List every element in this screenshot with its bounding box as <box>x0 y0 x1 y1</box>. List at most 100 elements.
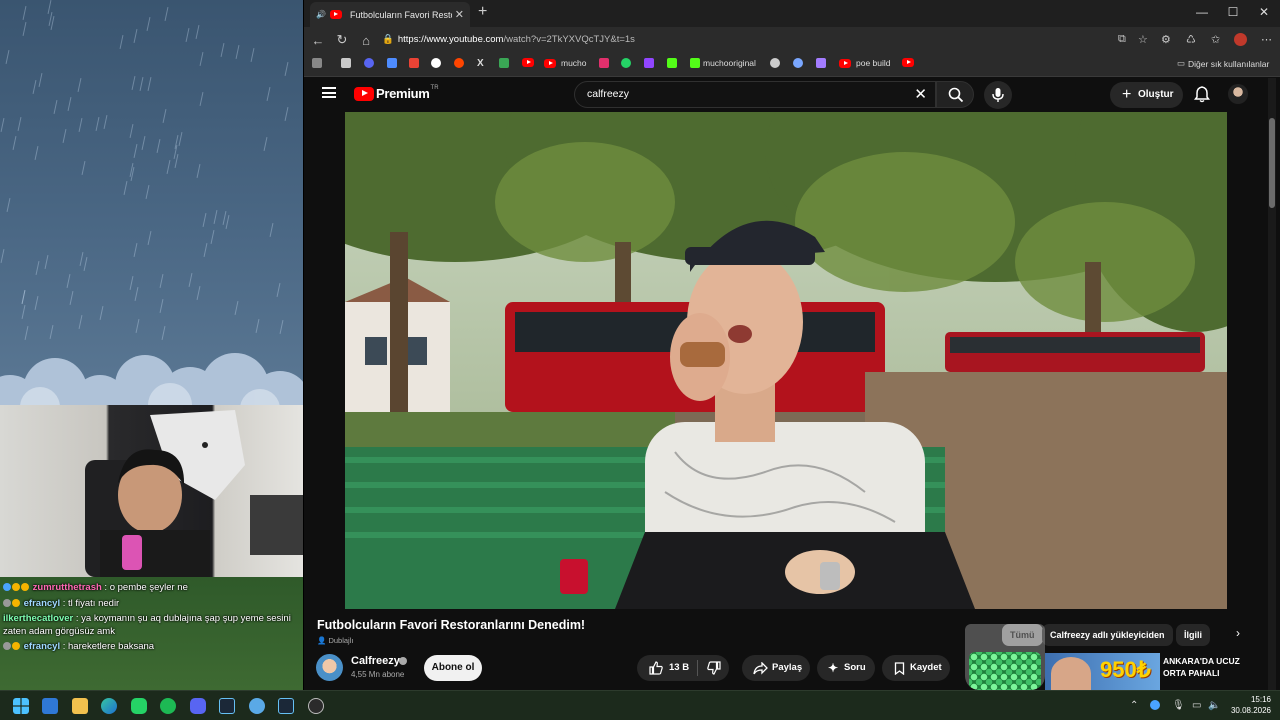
profile-avatar-icon[interactable] <box>1234 33 1247 46</box>
chat-username: ilkerthecatlover <box>3 613 74 624</box>
badge-icon <box>3 598 11 607</box>
channel-name[interactable]: Calfreezy <box>351 655 400 667</box>
windows-start-icon[interactable] <box>13 698 29 714</box>
twitch-icon[interactable] <box>644 58 657 68</box>
refresh-icon[interactable]: ↻ <box>330 32 354 48</box>
rain-streak <box>12 136 17 150</box>
steam-icon[interactable] <box>278 698 294 714</box>
x-icon[interactable]: X <box>477 58 484 69</box>
recommended-video-title[interactable]: ANKARA'DA UCUZ ORTA PAHALI <box>1163 655 1240 679</box>
clear-search-icon[interactable]: ✕ <box>914 85 927 103</box>
rain-streak <box>146 17 151 31</box>
rain-streak <box>162 109 167 123</box>
rain-streak <box>235 45 240 59</box>
search-button[interactable] <box>936 81 974 108</box>
rain-streak <box>44 255 49 269</box>
back-icon[interactable]: ← <box>306 33 330 48</box>
store-icon[interactable] <box>42 698 58 714</box>
google-icon[interactable] <box>431 58 444 68</box>
verified-icon <box>399 657 407 665</box>
account-avatar[interactable] <box>1228 84 1248 104</box>
chevron-right-icon[interactable]: › <box>1236 626 1240 640</box>
scrollbar-thumb[interactable] <box>1269 118 1275 208</box>
bookmark-icon[interactable] <box>364 58 377 68</box>
rain-streak <box>199 52 204 66</box>
more-menu-icon[interactable]: ⋯ <box>1261 33 1272 46</box>
recommended-video-thumbnail[interactable]: 950₺ <box>1045 653 1160 690</box>
other-bookmarks[interactable]: ▭ Diğer sık kullanılanlar <box>1177 58 1269 69</box>
ask-button[interactable]: ✦ Soru <box>817 655 875 681</box>
bookmark-poe-build[interactable]: poe build <box>839 58 891 68</box>
chevron-up-icon[interactable]: ⌃ <box>1130 700 1138 711</box>
steam-icon[interactable] <box>219 698 235 714</box>
bookmark-icon[interactable] <box>312 58 325 68</box>
new-tab-icon[interactable]: + <box>478 3 487 21</box>
bookmark-icon[interactable] <box>387 58 400 68</box>
subscribe-button[interactable]: Abone ol <box>424 655 482 681</box>
voice-search-button[interactable] <box>984 81 1012 109</box>
spotify-icon[interactable] <box>160 698 176 714</box>
obs-icon[interactable] <box>308 698 324 714</box>
dislike-icon[interactable] <box>707 661 721 675</box>
create-button[interactable]: + Oluştur <box>1110 82 1183 108</box>
reddit-icon[interactable] <box>454 58 467 68</box>
file-explorer-icon[interactable] <box>72 698 88 714</box>
rain-streak <box>195 25 200 39</box>
bookmark-icon[interactable] <box>667 58 680 68</box>
whatsapp-icon[interactable] <box>621 58 634 68</box>
app-icon[interactable] <box>249 698 265 714</box>
bookmark-icon[interactable] <box>770 58 783 68</box>
hamburger-menu-icon[interactable] <box>322 87 336 98</box>
whatsapp-icon[interactable] <box>131 698 147 714</box>
like-count[interactable]: 13 B <box>669 655 689 681</box>
network-icon[interactable]: ▭ <box>1192 700 1201 711</box>
rain-streak <box>156 139 161 153</box>
page-scrollbar[interactable] <box>1268 78 1276 690</box>
minimize-icon[interactable]: — <box>1187 5 1217 19</box>
bookmark-muchooriginal[interactable]: muchooriginal <box>690 58 756 68</box>
close-window-icon[interactable]: ✕ <box>1249 5 1279 19</box>
like-icon[interactable] <box>649 661 663 675</box>
youtube-bookmark-icon[interactable] <box>522 58 539 67</box>
chip-related[interactable]: İlgili <box>1176 624 1210 646</box>
chip-from-uploader[interactable]: Calfreezy adlı yükleyiciden <box>1042 624 1173 646</box>
microphone-tray-icon[interactable]: 🎙 <box>1172 700 1185 711</box>
rain-streak <box>22 6 27 20</box>
share-button[interactable]: Paylaş <box>742 655 810 681</box>
gmail-icon[interactable] <box>409 58 422 68</box>
bookmark-icon[interactable] <box>793 58 806 68</box>
extensions-icon[interactable]: ⚙ <box>1161 33 1171 46</box>
chat-username: zumrutthetrash <box>32 582 102 593</box>
maximize-icon[interactable]: ☐ <box>1218 5 1248 19</box>
channel-avatar[interactable] <box>316 654 343 681</box>
bookmark-icon[interactable] <box>816 58 829 68</box>
browser-tab[interactable]: 🔊 Futbolcuların Favori Restoranl ✕ <box>310 2 470 27</box>
profile-sync-icon[interactable]: ♺ <box>1186 33 1196 46</box>
youtube-bookmark-icon[interactable] <box>902 58 919 67</box>
system-clock[interactable]: 15:16 30.08.2026 <box>1225 694 1271 716</box>
tray-app-icon[interactable] <box>1150 700 1160 710</box>
star-icon[interactable]: ☆ <box>1138 33 1148 46</box>
rain-streak <box>53 100 58 114</box>
youtube-premium-logo[interactable]: Premium TR <box>354 85 439 101</box>
edge-icon[interactable] <box>101 698 117 714</box>
stream-chat: zumrutthetrash : o pembe şeyler ne efran… <box>0 577 303 690</box>
instagram-icon[interactable] <box>599 58 612 68</box>
video-player[interactable] <box>345 112 1227 609</box>
bookmark-icon[interactable] <box>499 58 512 68</box>
search-input[interactable]: calfreezy ✕ <box>574 81 936 108</box>
split-screen-icon[interactable]: ⧉ <box>1118 33 1126 46</box>
bookmark-mucho[interactable]: mucho <box>544 58 587 68</box>
notifications-bell-icon[interactable] <box>1193 85 1211 103</box>
volume-icon[interactable]: 🔈 <box>1208 700 1220 711</box>
save-button[interactable]: Kaydet <box>882 655 950 681</box>
rain-streak <box>78 315 83 329</box>
rain-background <box>0 0 303 405</box>
favorites-icon[interactable]: ✩ <box>1211 33 1220 46</box>
chat-username: efrancyl <box>23 597 61 609</box>
bookmark-icon[interactable] <box>341 58 354 68</box>
close-tab-icon[interactable]: ✕ <box>455 8 464 21</box>
lock-icon: 🔒 <box>382 34 394 45</box>
discord-icon[interactable] <box>190 698 206 714</box>
home-icon[interactable]: ⌂ <box>354 33 378 48</box>
